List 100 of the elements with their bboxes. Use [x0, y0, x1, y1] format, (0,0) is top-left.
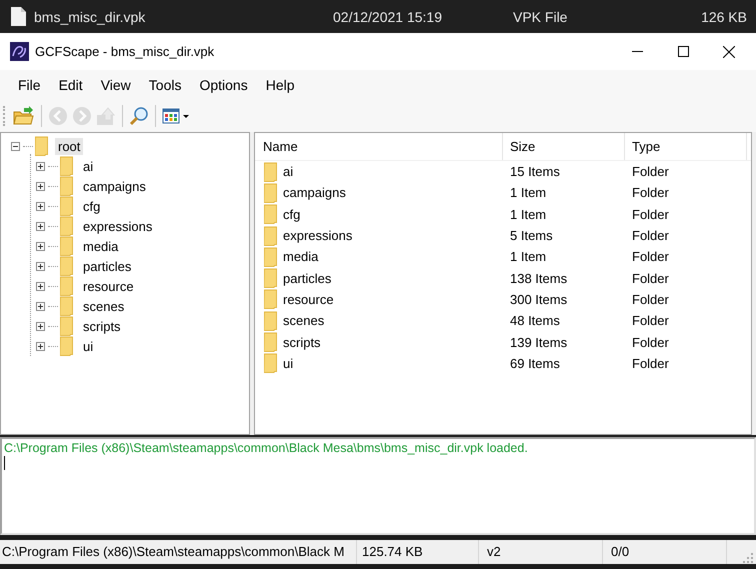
file-type: VPK File: [513, 8, 568, 24]
folder-icon: [264, 204, 278, 224]
file-list-name[interactable]: cfg: [283, 206, 503, 222]
folder-icon: [60, 176, 74, 196]
text-cursor: [4, 456, 5, 470]
file-list-name[interactable]: media: [283, 249, 503, 264]
file-list-name[interactable]: expressions: [283, 228, 503, 244]
file-list-name[interactable]: particles: [283, 270, 503, 286]
folder-icon: [264, 332, 278, 352]
folder-icon: [60, 316, 74, 336]
expand-icon[interactable]: [36, 302, 45, 310]
expand-icon[interactable]: [36, 262, 45, 270]
expand-icon[interactable]: [36, 342, 45, 350]
tree-item[interactable]: resource: [80, 278, 137, 294]
column-header[interactable]: Type: [625, 133, 747, 160]
file-list-name[interactable]: campaigns: [283, 185, 503, 200]
folder-icon: [60, 196, 74, 216]
status-text: 0/0: [603, 540, 727, 564]
file-size: 126 KB: [701, 8, 747, 24]
menu-item[interactable]: Edit: [50, 74, 92, 96]
menu-item[interactable]: Tools: [140, 74, 190, 96]
folder-icon: [60, 156, 74, 176]
close-icon[interactable]: [723, 46, 735, 58]
tree-item[interactable]: scripts: [80, 318, 124, 334]
folder-icon: [60, 296, 74, 316]
tree-item[interactable]: particles: [80, 258, 134, 274]
file-list-size: 1 Item: [509, 249, 548, 264]
tree-item[interactable]: ai: [80, 158, 96, 174]
expand-icon[interactable]: [36, 322, 45, 330]
tree-item[interactable]: expressions: [80, 218, 156, 234]
open-folder-icon[interactable]: [12, 105, 36, 127]
folder-icon: [264, 268, 278, 288]
file-list-size: 5 Items: [509, 228, 554, 244]
folder-icon: [264, 226, 278, 246]
folder-icon: [35, 136, 49, 156]
file-list-type: Folder: [631, 334, 670, 350]
expand-icon[interactable]: [36, 282, 45, 290]
search-icon[interactable]: [128, 105, 150, 127]
folder-icon: [264, 246, 278, 267]
tree-item[interactable]: media: [80, 238, 122, 254]
folder-icon: [264, 289, 278, 310]
status-text: C:\Program Files (x86)\Steam\steamapps\common\Black M: [0, 540, 357, 564]
folder-icon: [60, 216, 74, 236]
folder-icon: [264, 162, 278, 182]
file-list-name[interactable]: resource: [283, 292, 503, 307]
menu-item[interactable]: View: [92, 74, 140, 96]
file-list-size: 1 Item: [509, 185, 548, 200]
file-list-name[interactable]: scenes: [283, 313, 503, 328]
file-name: bms_misc_dir.vpk: [34, 8, 146, 24]
menu-item[interactable]: Help: [256, 74, 304, 96]
column-header[interactable]: Size: [503, 133, 625, 160]
file-list-type: Folder: [631, 249, 670, 264]
maximize-icon[interactable]: [678, 46, 688, 57]
tree-item[interactable]: campaigns: [80, 178, 149, 194]
log-message: C:\Program Files (x86)\Steam\steamapps\common\Black Mesa\bms\bms_misc_dir.vpk loaded.: [4, 441, 529, 455]
folder-icon: [60, 256, 74, 276]
file-list-type: Folder: [631, 164, 670, 180]
file-list-size: 15 Items: [509, 164, 561, 180]
expand-icon[interactable]: [36, 242, 45, 250]
expand-icon[interactable]: [36, 182, 45, 190]
file-list-size: 69 Items: [509, 356, 561, 371]
menu-item[interactable]: File: [9, 74, 50, 96]
menu-item[interactable]: Options: [190, 74, 257, 96]
file-list-name[interactable]: ui: [283, 356, 503, 371]
file-list-size: 300 Items: [509, 292, 568, 307]
status-text: 125.74 KB: [357, 540, 479, 564]
file-list-name[interactable]: ai: [283, 164, 503, 180]
tree-item[interactable]: cfg: [80, 198, 104, 214]
folder-icon: [60, 336, 74, 356]
window-title: GCFScape - bms_misc_dir.vpk: [35, 44, 216, 59]
folder-icon: [264, 182, 278, 203]
app-logo-icon: [10, 42, 29, 61]
file-list-size: 48 Items: [509, 313, 561, 328]
folder-icon: [264, 353, 278, 374]
expand-icon[interactable]: [36, 202, 45, 210]
tree-item[interactable]: root: [55, 138, 84, 154]
file-list-type: Folder: [631, 292, 670, 307]
column-header[interactable]: Name: [255, 133, 503, 160]
status-text: v2: [479, 540, 603, 564]
file-list-type: Folder: [631, 313, 670, 328]
folder-icon: [60, 276, 74, 296]
file-list-name[interactable]: scripts: [283, 334, 503, 350]
file-date: 02/12/2021 15:19: [333, 8, 442, 24]
file-list-type: Folder: [631, 270, 670, 286]
resize-grip-icon[interactable]: [743, 553, 753, 563]
expand-icon[interactable]: [36, 222, 45, 230]
tree-item[interactable]: ui: [80, 338, 96, 354]
file-list-type: Folder: [631, 356, 670, 371]
file-list-size: 139 Items: [509, 334, 568, 350]
file-icon: [11, 7, 26, 26]
file-list-size: 1 Item: [509, 206, 548, 222]
file-list-type: Folder: [631, 206, 670, 222]
file-list-type: Folder: [631, 228, 670, 244]
file-list-size: 138 Items: [509, 270, 568, 286]
folder-icon: [60, 236, 74, 256]
collapse-icon[interactable]: [11, 142, 20, 150]
tree-item[interactable]: scenes: [80, 298, 128, 314]
file-list-type: Folder: [631, 185, 670, 200]
folder-icon: [264, 310, 278, 331]
expand-icon[interactable]: [36, 162, 45, 170]
